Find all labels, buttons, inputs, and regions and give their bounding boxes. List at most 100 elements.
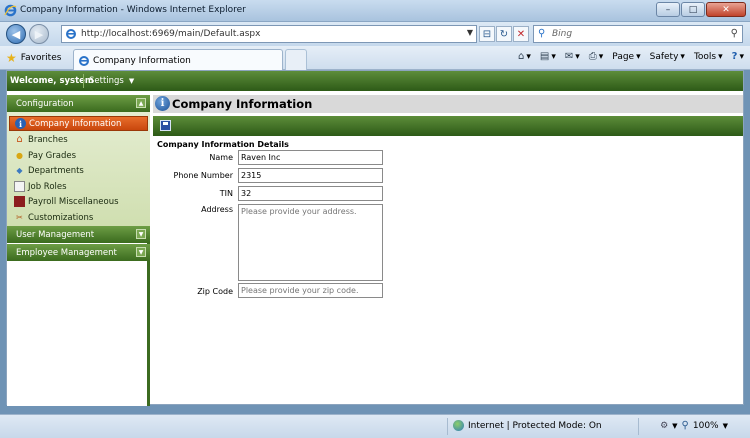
security-zone[interactable]: Internet | Protected Mode: On	[453, 420, 602, 431]
sidebar-item-payroll-miscellaneous[interactable]: Payroll Miscellaneous	[9, 194, 148, 209]
page-dropdown-icon: ▾	[636, 51, 641, 62]
search-input[interactable]: ⚲ Bing ⚲	[533, 25, 743, 43]
tools-menu[interactable]: Tools ▾	[694, 52, 723, 62]
sidebar-item-label: Pay Grades	[28, 150, 77, 161]
favorites-star-icon: ★	[6, 51, 17, 65]
mail-icon: ✉	[564, 51, 574, 62]
tin-field[interactable]	[238, 186, 383, 201]
feeds-dropdown-icon[interactable]: ▾	[551, 52, 556, 62]
address-row: ◀ ▶ http://localhost:6969/main/Default.a…	[0, 22, 750, 46]
main-content: i Company Information Company Informatio…	[153, 95, 743, 406]
page-menu[interactable]: Page ▾	[612, 52, 640, 62]
name-field[interactable]	[238, 150, 383, 165]
bing-icon: ⚲	[538, 28, 546, 39]
sidebar-item-branches[interactable]: ⌂ Branches	[9, 132, 148, 147]
sidebar: Configuration ▲ i Company Information ⌂ …	[7, 95, 150, 406]
users-icon: ◆	[16, 166, 23, 175]
tin-label: TIN	[219, 189, 233, 198]
phone-field[interactable]	[238, 168, 383, 183]
sidebar-item-job-roles[interactable]: Job Roles	[9, 179, 148, 194]
maximize-button[interactable]: □	[681, 2, 705, 17]
globe-icon	[453, 420, 464, 431]
sidebar-item-pay-grades[interactable]: ● Pay Grades	[9, 148, 148, 163]
tools-icon: ✂	[16, 213, 23, 222]
sidebar-item-customizations[interactable]: ✂ Customizations	[9, 210, 148, 225]
zoom-level-dropdown-icon[interactable]: ▼	[723, 422, 728, 430]
favorites-bar: ★ Favorites Company Information ⌂ ▾ ▤ ▾ ✉ ▾…	[0, 46, 750, 70]
panel-user-management-header[interactable]: User Management ▼	[7, 226, 150, 243]
print-dropdown-icon[interactable]: ▾	[599, 52, 604, 62]
favorites-button[interactable]: ★ Favorites	[6, 51, 61, 65]
compat-icon: ⊟	[482, 28, 492, 40]
sidebar-item-label: Branches	[28, 134, 68, 145]
close-window-button[interactable]: ✕	[706, 2, 746, 17]
back-button[interactable]: ◀	[6, 24, 26, 44]
zoom-dropdown-icon[interactable]: ▼	[672, 422, 677, 430]
protected-mode-icon: ⚙	[660, 420, 669, 431]
forward-button[interactable]: ▶	[29, 24, 49, 44]
settings-label: Settings	[89, 76, 124, 86]
safety-dropdown-icon: ▾	[680, 51, 685, 62]
help-button[interactable]: ? ▾	[732, 51, 744, 62]
mail-button[interactable]: ✉ ▾	[565, 51, 580, 62]
sidebar-item-label: Job Roles	[28, 181, 67, 192]
zoom-control[interactable]: ⚙ ▼ ⚲ 100% ▼	[660, 420, 728, 431]
minimize-button[interactable]: –	[656, 2, 680, 17]
zoom-icon: ⚲	[681, 420, 689, 431]
home-button[interactable]: ⌂ ▾	[518, 51, 531, 62]
settings-menu[interactable]: Settings ▼	[89, 76, 134, 86]
help-icon: ?	[731, 51, 738, 62]
info-icon: i	[15, 118, 26, 129]
zone-text: Internet | Protected Mode: On	[468, 420, 602, 431]
panel-employee-management-title: Employee Management	[16, 248, 117, 258]
sidebar-item-label: Customizations	[28, 212, 94, 223]
status-bar: Internet | Protected Mode: On ⚙ ▼ ⚲ 100%…	[0, 414, 750, 438]
expand-icon[interactable]: ▼	[136, 247, 146, 257]
house-icon: ⌂	[16, 134, 23, 145]
new-tab-button[interactable]	[285, 49, 307, 70]
zoom-level: 100%	[692, 420, 719, 431]
page-icon	[66, 29, 76, 39]
compatibility-view-button[interactable]: ⊟	[479, 26, 495, 42]
search-icon[interactable]: ⚲	[731, 28, 738, 39]
sidebar-item-company-information[interactable]: i Company Information	[9, 116, 148, 131]
section-title: Company Information Details	[157, 140, 289, 149]
panel-configuration-header[interactable]: Configuration ▲	[7, 95, 150, 112]
expand-icon[interactable]: ▼	[136, 229, 146, 239]
forward-arrow-icon: ▶	[34, 27, 44, 41]
print-button[interactable]: ⎙ ▾	[589, 51, 604, 62]
topbar-separator	[83, 74, 84, 88]
panel-employee-management-header[interactable]: Employee Management ▼	[7, 244, 150, 261]
zip-field[interactable]	[238, 283, 383, 298]
page-title: Company Information	[172, 97, 313, 111]
collapse-icon[interactable]: ▲	[136, 98, 146, 108]
stop-icon: ✕	[516, 28, 526, 40]
address-field[interactable]	[238, 204, 383, 281]
welcome-text: Welcome, system	[10, 76, 94, 86]
home-dropdown-icon[interactable]: ▾	[526, 52, 531, 62]
save-icon[interactable]	[160, 120, 171, 131]
mail-dropdown-icon[interactable]: ▾	[575, 52, 580, 62]
stop-button[interactable]: ✕	[513, 26, 529, 42]
help-dropdown-icon[interactable]: ▾	[739, 52, 744, 62]
zip-label: Zip Code	[197, 287, 233, 296]
address-dropdown-icon[interactable]: ▼	[467, 28, 473, 37]
panel-user-management-title: User Management	[16, 230, 95, 240]
tab-company-information[interactable]: Company Information	[73, 49, 283, 70]
refresh-button[interactable]: ↻	[496, 26, 512, 42]
safety-menu[interactable]: Safety ▾	[650, 52, 685, 62]
feeds-button[interactable]: ▤ ▾	[540, 51, 556, 62]
url-text: http://localhost:6969/main/Default.aspx	[81, 29, 261, 39]
sidebar-item-departments[interactable]: ◆ Departments	[9, 163, 148, 178]
ie-logo-icon	[4, 4, 17, 17]
card-icon	[14, 181, 25, 192]
window-titlebar: Company Information - Windows Internet E…	[0, 0, 750, 22]
app-topbar: Welcome, system Settings ▼	[7, 71, 743, 91]
sidebar-item-label: Company Information	[29, 118, 122, 129]
search-placeholder: Bing	[552, 29, 573, 39]
address-bar[interactable]: http://localhost:6969/main/Default.aspx …	[61, 25, 477, 43]
coins-icon: ●	[16, 151, 23, 160]
status-separator	[447, 418, 448, 435]
sidebar-item-label: Departments	[28, 165, 84, 176]
configuration-menu: i Company Information ⌂ Branches ● Pay G…	[7, 112, 150, 230]
